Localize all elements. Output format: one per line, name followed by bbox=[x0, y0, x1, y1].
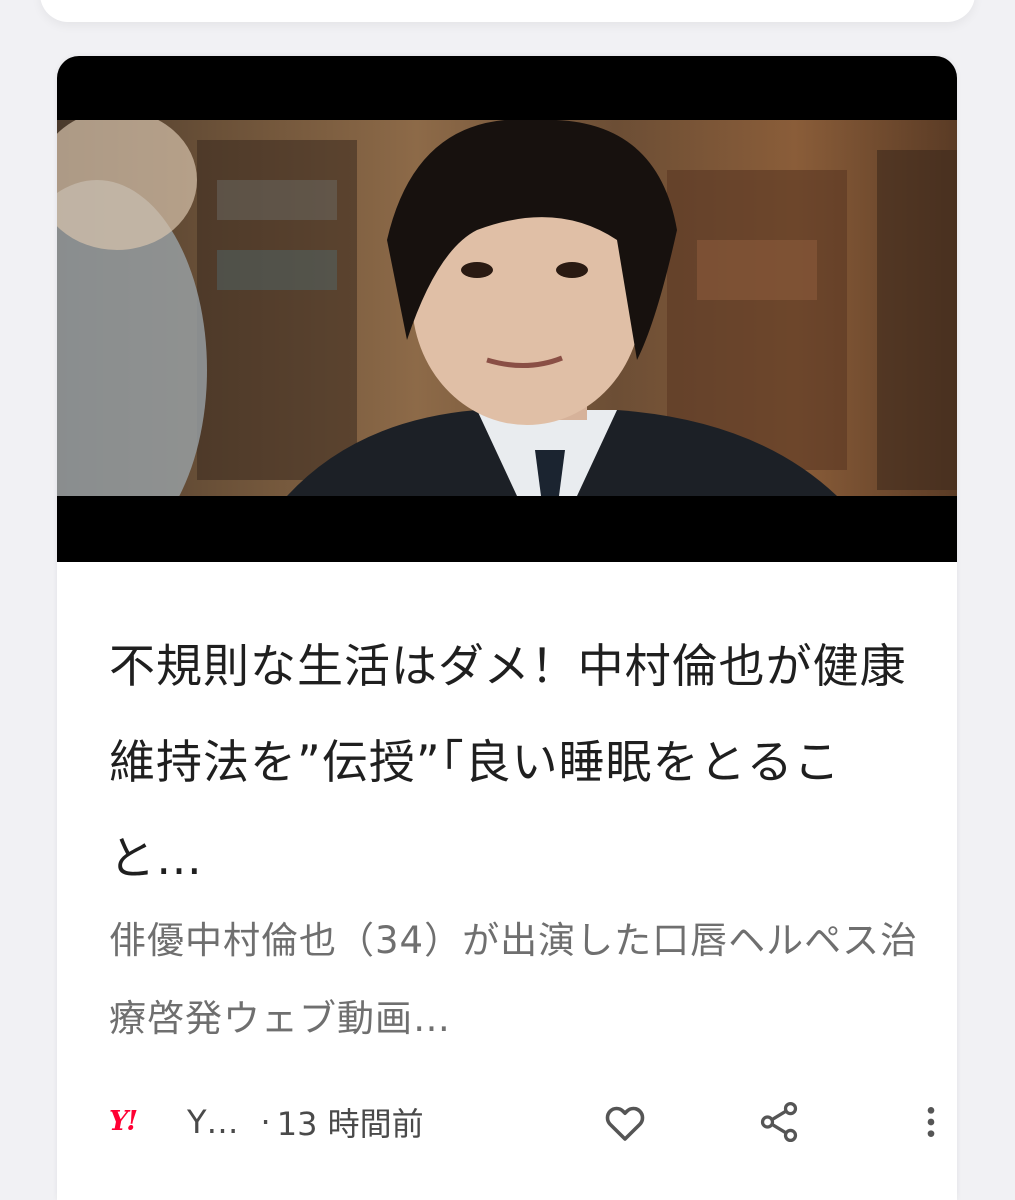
news-card[interactable]: 不規則な生活はダメ！中村倫也が健康維持法を”伝授”「良い睡眠をとること… 俳優中… bbox=[57, 56, 957, 1200]
card-footer: Y! Y… · 13 時間前 bbox=[109, 1092, 935, 1152]
separator-dot: · bbox=[260, 1103, 271, 1141]
article-title[interactable]: 不規則な生活はダメ！中村倫也が健康維持法を”伝授”「良い睡眠をとること… bbox=[109, 618, 919, 906]
heart-outline-icon bbox=[605, 1106, 645, 1141]
more-vert-icon bbox=[927, 1107, 935, 1137]
source-name[interactable]: Y… bbox=[187, 1103, 239, 1141]
more-options-button[interactable] bbox=[901, 1092, 957, 1152]
previous-card-bottom bbox=[40, 0, 975, 22]
video-thumbnail[interactable] bbox=[57, 56, 957, 562]
like-button[interactable] bbox=[595, 1092, 655, 1152]
share-button[interactable] bbox=[749, 1092, 809, 1152]
yahoo-logo-icon: Y! bbox=[109, 1106, 138, 1137]
timestamp: 13 時間前 bbox=[276, 1105, 424, 1143]
thumbnail-image bbox=[57, 120, 957, 496]
article-snippet[interactable]: 俳優中村倫也（34）が出演した口唇ヘルペス治療啓発ウェブ動画… bbox=[109, 902, 919, 1058]
share-icon bbox=[760, 1101, 798, 1143]
